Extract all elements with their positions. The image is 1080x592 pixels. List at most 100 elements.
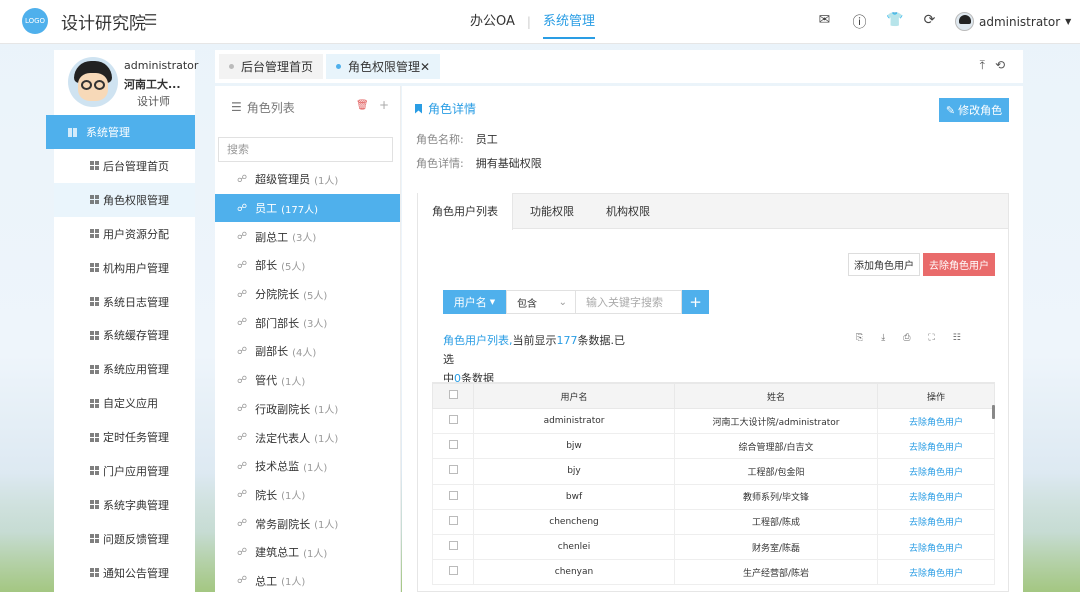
role-item[interactable]: ☍ 行政副院长 (1人) <box>215 395 400 424</box>
row-checkbox[interactable] <box>432 483 474 510</box>
download-icon[interactable]: ⤓ <box>881 333 885 343</box>
nav-system-management[interactable]: 系统管理 <box>531 0 607 44</box>
column-settings-icon[interactable]: ☷ <box>953 333 961 343</box>
print-icon[interactable]: ⎙ <box>903 333 910 343</box>
role-name: 部门部长 <box>255 316 300 330</box>
row-checkbox[interactable] <box>432 533 474 561</box>
sidebar-item[interactable]: 问题反馈管理 <box>54 522 195 556</box>
sidebar-item[interactable]: 系统字典管理 <box>54 488 195 522</box>
role-item[interactable]: ☍ 总工 (1人) <box>215 567 400 592</box>
detail-subtabs: 角色用户列表 功能权限 机构权限 <box>417 193 1009 230</box>
pin-top-icon[interactable]: ⤒ <box>980 58 985 73</box>
export-icon[interactable]: ⎘ <box>856 333 863 343</box>
role-item[interactable]: ☍ 法定代表人 (1人) <box>215 423 400 452</box>
table-row: chenyan 生产经营部/陈岩 去除角色用户 <box>432 559 995 586</box>
delete-role-icon[interactable]: 🗑 <box>356 100 369 111</box>
add-role-icon[interactable]: + <box>379 98 389 112</box>
edit-icon: ✎ <box>945 104 956 117</box>
cell-username: chencheng <box>473 508 675 535</box>
role-item[interactable]: ☍ 副总工 (3人) <box>215 222 400 251</box>
help-icon[interactable]: ⓘ <box>851 12 868 32</box>
table-row: chencheng 工程部/陈成 去除角色用户 <box>432 508 995 535</box>
nav-office-oa[interactable]: 办公OA <box>458 0 527 44</box>
remove-user-link[interactable]: 去除角色用户 <box>877 483 995 510</box>
col-fullname: 姓名 <box>674 383 878 409</box>
role-count: (1人) <box>314 434 339 446</box>
mail-icon[interactable]: ✉ <box>816 12 833 32</box>
sidebar-item-label: 定时任务管理 <box>103 431 169 445</box>
sidebar-item[interactable]: 角色权限管理 <box>54 182 195 217</box>
subtab-role-users[interactable]: 角色用户列表 <box>417 193 513 230</box>
user-search-bar: 用户名 ▼ 包含 ⌄ 输入关键字搜索 + <box>443 290 709 314</box>
remove-user-link[interactable]: 去除角色用户 <box>877 433 995 460</box>
select-all-checkbox[interactable] <box>432 383 474 409</box>
sidebar-item[interactable]: 用户资源分配 <box>54 217 195 251</box>
role-name: 院长 <box>255 488 278 502</box>
role-users-tab-body: 添加角色用户 去除角色用户 用户名 ▼ 包含 ⌄ 输入关键字搜索 + 角色用户列表… <box>417 229 1009 592</box>
search-operator-select[interactable]: 包含 ⌄ <box>506 290 576 314</box>
keyword-search-input[interactable]: 输入关键字搜索 <box>576 290 682 314</box>
hamburger-menu-icon[interactable]: ☰ <box>144 11 157 29</box>
role-name: 管代 <box>255 374 278 388</box>
theme-shirt-icon[interactable]: 👕 <box>886 12 903 32</box>
subtab-org-permissions[interactable]: 机构权限 <box>590 194 666 229</box>
remove-user-link[interactable]: 去除角色用户 <box>877 559 995 586</box>
edit-role-button[interactable]: ✎ 修改角色 <box>939 98 1009 122</box>
row-checkbox[interactable] <box>432 433 474 460</box>
tab-admin-home[interactable]: 后台管理首页 <box>219 54 324 79</box>
table-row: bjy 工程部/包金阳 去除角色用户 <box>432 458 995 485</box>
role-search-input[interactable]: 搜索 <box>218 137 393 162</box>
sidebar-item[interactable]: 系统缓存管理 <box>54 318 195 352</box>
tab-role-permission[interactable]: 角色权限管理✕ <box>326 54 441 79</box>
role-item[interactable]: ☍ 技术总监 (1人) <box>215 452 400 481</box>
role-item[interactable]: ☍ 部门部长 (3人) <box>215 308 400 337</box>
role-item[interactable]: ☍ 副部长 (4人) <box>215 337 400 366</box>
role-item[interactable]: ☍ 常务副院长 (1人) <box>215 509 400 538</box>
role-item[interactable]: ☍ 院长 (1人) <box>215 481 400 510</box>
role-item[interactable]: ☍ 分院院长 (5人) <box>215 280 400 309</box>
remove-role-user-button[interactable]: 去除角色用户 <box>923 253 995 276</box>
subtab-function-permissions[interactable]: 功能权限 <box>514 194 590 229</box>
row-checkbox[interactable] <box>432 559 474 586</box>
sidebar-item[interactable]: 自定义应用 <box>54 386 195 420</box>
sidebar-item[interactable]: 后台管理首页 <box>54 149 195 183</box>
fullscreen-icon[interactable]: ⛶ <box>928 333 934 343</box>
sidebar-group-system[interactable]: 系统管理 <box>46 115 195 149</box>
user-menu[interactable]: administrator ▼ <box>955 12 1071 31</box>
remove-user-link[interactable]: 去除角色用户 <box>877 458 995 485</box>
remove-user-link[interactable]: 去除角色用户 <box>877 533 995 561</box>
role-user-icon: ☍ <box>237 546 248 558</box>
table-row: bjw 综合管理部/白吉文 去除角色用户 <box>432 433 995 460</box>
bookmark-icon <box>415 103 422 114</box>
refresh-icon[interactable]: ⟳ <box>921 12 938 32</box>
role-item[interactable]: ☍ 建筑总工 (1人) <box>215 538 400 567</box>
role-item[interactable]: ☍ 管代 (1人) <box>215 366 400 395</box>
profile-name: administrator <box>124 59 199 72</box>
sidebar-item[interactable]: 门户应用管理 <box>54 454 195 488</box>
search-field-select[interactable]: 用户名 ▼ <box>443 290 506 314</box>
reload-icon[interactable]: ⟲ <box>995 58 1005 73</box>
role-count: (1人) <box>281 376 306 388</box>
sidebar-item[interactable]: 系统应用管理 <box>54 352 195 386</box>
role-item[interactable]: ☍ 员工 (177人) <box>215 193 400 223</box>
role-count: (1人) <box>281 491 306 503</box>
remove-user-link[interactable]: 去除角色用户 <box>877 407 995 435</box>
role-name: 总工 <box>255 574 278 588</box>
row-checkbox[interactable] <box>432 458 474 485</box>
role-item[interactable]: ☍ 超级管理员 (1人) <box>215 165 400 194</box>
table-scrollbar[interactable] <box>992 405 995 419</box>
sidebar-item[interactable]: 系统日志管理 <box>54 285 195 319</box>
row-checkbox[interactable] <box>432 508 474 535</box>
add-search-condition-button[interactable]: + <box>682 290 709 314</box>
role-count: (3人) <box>303 319 328 331</box>
role-item[interactable]: ☍ 部长 (5人) <box>215 251 400 280</box>
add-role-user-button[interactable]: 添加角色用户 <box>848 253 920 276</box>
row-checkbox[interactable] <box>432 407 474 435</box>
sidebar-item[interactable]: 机构用户管理 <box>54 251 195 285</box>
role-desc-value: 拥有基础权限 <box>475 157 542 170</box>
remove-user-link[interactable]: 去除角色用户 <box>877 508 995 535</box>
sidebar-item[interactable]: 通知公告管理 <box>54 556 195 590</box>
sidebar-item[interactable]: 定时任务管理 <box>54 420 195 454</box>
role-name: 副部长 <box>255 345 289 359</box>
role-name: 行政副院长 <box>255 402 311 416</box>
